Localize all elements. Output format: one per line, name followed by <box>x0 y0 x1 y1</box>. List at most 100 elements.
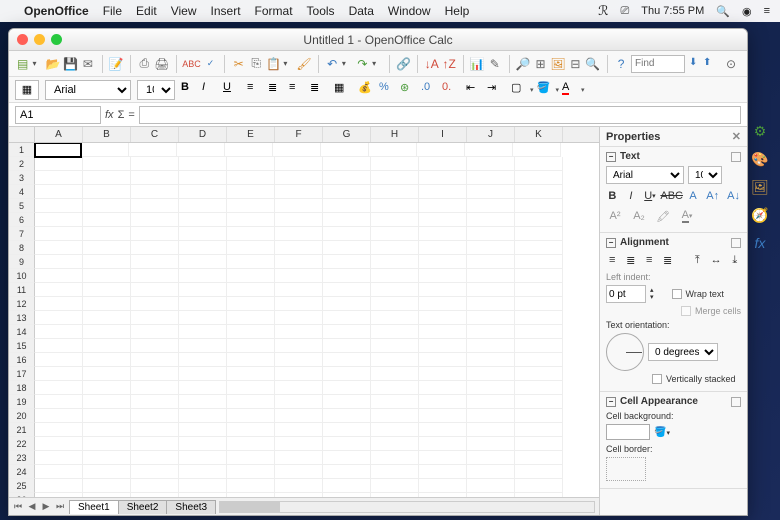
undo-button[interactable]: ↶ <box>324 54 339 74</box>
cell[interactable] <box>323 395 371 409</box>
borders-button[interactable]: ▢ <box>511 81 529 99</box>
cell[interactable] <box>275 437 323 451</box>
sheet-tab-1[interactable]: Sheet1 <box>69 500 119 514</box>
cell[interactable] <box>83 297 131 311</box>
cell[interactable] <box>515 479 563 493</box>
row-header[interactable]: 11 <box>9 283 35 297</box>
spotlight-icon[interactable]: 🔍 <box>716 5 730 18</box>
cell[interactable] <box>323 241 371 255</box>
fontcolor-dropdown[interactable]: ▾ <box>581 86 585 94</box>
find-replace-button[interactable]: 🔎 <box>515 54 530 74</box>
menu-edit[interactable]: Edit <box>136 4 157 18</box>
cell[interactable] <box>323 297 371 311</box>
cell[interactable] <box>35 423 83 437</box>
cell[interactable] <box>131 409 179 423</box>
menu-insert[interactable]: Insert <box>211 4 241 18</box>
cell[interactable] <box>275 171 323 185</box>
cell[interactable] <box>179 437 227 451</box>
style-selector[interactable] <box>15 80 39 100</box>
text-section-options[interactable] <box>731 152 741 162</box>
cell[interactable] <box>83 185 131 199</box>
cell[interactable] <box>179 423 227 437</box>
cell[interactable] <box>419 367 467 381</box>
cell[interactable] <box>83 367 131 381</box>
cell[interactable] <box>371 367 419 381</box>
cell[interactable] <box>323 325 371 339</box>
props-italic-button[interactable]: I <box>625 188 638 204</box>
menu-format[interactable]: Format <box>255 4 293 18</box>
cell[interactable] <box>275 479 323 493</box>
column-header-D[interactable]: D <box>179 127 227 142</box>
cell[interactable] <box>131 269 179 283</box>
cell[interactable] <box>35 227 83 241</box>
cell[interactable] <box>419 199 467 213</box>
cellapp-section-options[interactable] <box>731 397 741 407</box>
cell[interactable] <box>35 297 83 311</box>
cell[interactable] <box>419 297 467 311</box>
zoom-button[interactable]: 🔍 <box>585 54 600 74</box>
function-wizard-button[interactable]: fx <box>105 109 114 121</box>
props-align-right[interactable]: ≡ <box>643 252 655 268</box>
cell[interactable] <box>275 381 323 395</box>
cell[interactable] <box>371 451 419 465</box>
cell[interactable] <box>225 143 273 157</box>
cell[interactable] <box>83 269 131 283</box>
row-header[interactable]: 7 <box>9 227 35 241</box>
cell[interactable] <box>371 241 419 255</box>
cell[interactable] <box>131 381 179 395</box>
styles-dock-icon[interactable]: 🎨 <box>749 148 771 170</box>
cell[interactable] <box>179 325 227 339</box>
cell[interactable] <box>467 479 515 493</box>
cell[interactable] <box>323 269 371 283</box>
cell[interactable] <box>467 297 515 311</box>
menu-window[interactable]: Window <box>388 4 431 18</box>
cell[interactable] <box>323 451 371 465</box>
cell[interactable] <box>419 227 467 241</box>
cell[interactable] <box>467 465 515 479</box>
row-header[interactable]: 13 <box>9 311 35 325</box>
sheet-tab-3[interactable]: Sheet3 <box>166 500 216 514</box>
cell[interactable] <box>35 157 83 171</box>
cell[interactable] <box>275 465 323 479</box>
export-pdf-button[interactable]: ⎙ <box>137 54 152 74</box>
cell[interactable] <box>179 465 227 479</box>
text-orientation-dial[interactable] <box>606 333 644 371</box>
clock[interactable]: Thu 7:55 PM <box>641 5 704 17</box>
props-valign-top[interactable]: ⤒ <box>691 252 703 268</box>
cell[interactable] <box>227 185 275 199</box>
cell[interactable] <box>179 241 227 255</box>
cell[interactable] <box>83 157 131 171</box>
indent-up[interactable]: ▴ <box>650 287 654 294</box>
cell[interactable] <box>371 171 419 185</box>
function-button[interactable]: = <box>128 109 134 121</box>
row-header[interactable]: 5 <box>9 199 35 213</box>
cell[interactable] <box>179 479 227 493</box>
cell[interactable] <box>417 143 465 157</box>
cell[interactable] <box>371 255 419 269</box>
row-header[interactable]: 2 <box>9 157 35 171</box>
cell[interactable] <box>467 353 515 367</box>
app-name-menu[interactable]: OpenOffice <box>24 4 89 18</box>
cell[interactable] <box>131 479 179 493</box>
cell[interactable] <box>273 143 321 157</box>
cell-reference-input[interactable] <box>15 106 101 124</box>
remove-decimal-button[interactable]: 0. <box>442 81 460 99</box>
cell[interactable] <box>83 255 131 269</box>
cell[interactable] <box>419 381 467 395</box>
format-paintbrush-button[interactable]: 🖌 <box>296 54 311 74</box>
cell[interactable] <box>35 241 83 255</box>
cell[interactable] <box>515 325 563 339</box>
column-header-B[interactable]: B <box>83 127 131 142</box>
column-header-C[interactable]: C <box>131 127 179 142</box>
cell[interactable] <box>515 395 563 409</box>
cell-bg-picker[interactable]: 🪣▾ <box>654 427 670 438</box>
cell[interactable] <box>131 367 179 381</box>
cell[interactable] <box>323 199 371 213</box>
cell[interactable] <box>131 227 179 241</box>
spellcheck-button[interactable]: ABC <box>182 54 201 74</box>
cell[interactable] <box>467 157 515 171</box>
align-justify-button[interactable]: ≣ <box>310 81 328 99</box>
row-header[interactable]: 19 <box>9 395 35 409</box>
cell[interactable] <box>465 143 513 157</box>
cell[interactable] <box>369 143 417 157</box>
